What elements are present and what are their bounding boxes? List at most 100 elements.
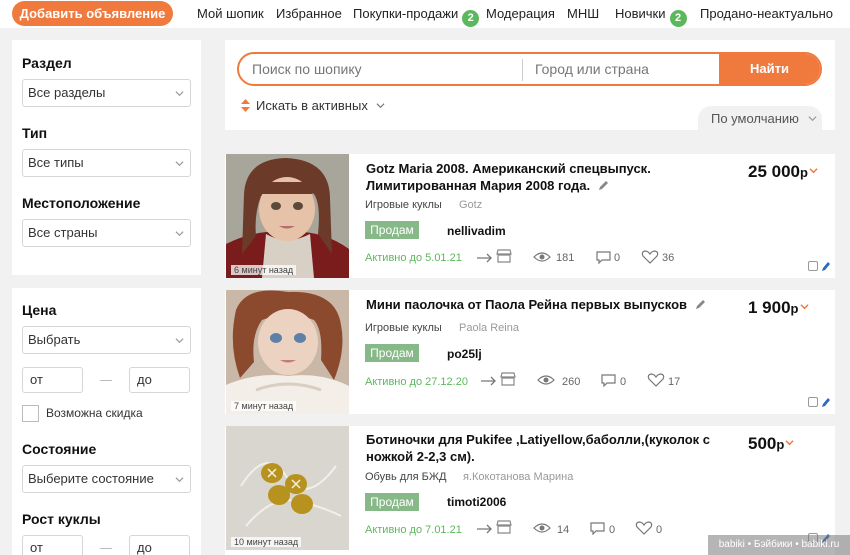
- location-select-value: Все страны: [28, 225, 98, 240]
- price-value: 500: [748, 434, 777, 453]
- type-label: Тип: [22, 125, 48, 141]
- heart-icon[interactable]: [647, 373, 665, 387]
- location-select[interactable]: Все страны: [22, 219, 191, 247]
- listing-time: 7 минут назад: [231, 401, 297, 411]
- listing-time: 10 минут назад: [231, 537, 302, 547]
- edit-pencil-icon[interactable]: [822, 261, 831, 271]
- comments-count: 0: [620, 376, 627, 388]
- nav-label: Избранное: [276, 6, 342, 21]
- views-count: 14: [557, 524, 570, 536]
- edit-pencil-icon[interactable]: [822, 397, 831, 407]
- listing-title-line: Лимитированная Мария 2008 года.: [366, 178, 591, 193]
- price-to-input[interactable]: до: [129, 367, 190, 393]
- count-badge: 2: [462, 10, 480, 27]
- nav-mnsh[interactable]: МНШ: [567, 6, 599, 21]
- location-label: Местоположение: [22, 195, 141, 211]
- listing-card[interactable]: 6 минут назад Gotz Maria 2008. Американс…: [225, 154, 835, 278]
- likes-count: 36: [662, 252, 675, 264]
- active-until: Активно до 7.01.21: [365, 524, 462, 536]
- comment-icon[interactable]: [595, 250, 613, 264]
- price-currency: р: [776, 437, 785, 452]
- search-input[interactable]: Поиск по шопику: [252, 61, 362, 77]
- listing-category[interactable]: Обувь для БЖД: [365, 471, 446, 483]
- views-eye-icon: [533, 252, 551, 262]
- listing-title-line: Ботиночки для Pukifee ,Latiyellow,баболл…: [366, 432, 711, 447]
- listing-photo[interactable]: 10 минут назад: [226, 426, 349, 550]
- price-select-value: Выбрать: [28, 332, 81, 347]
- discount-checkbox[interactable]: [22, 405, 39, 422]
- nav-favorites[interactable]: Избранное: [276, 6, 342, 21]
- listing-category[interactable]: Игровые куклы: [365, 199, 442, 211]
- listing-price: 1 900р: [748, 298, 809, 318]
- nav-label: Модерация: [486, 6, 555, 21]
- heart-icon[interactable]: [641, 250, 659, 264]
- listing-card[interactable]: 7 минут назад Мини паолочка от Паола Рей…: [225, 290, 835, 414]
- seller-name[interactable]: timoti2006: [447, 495, 506, 509]
- section-label: Раздел: [22, 55, 72, 71]
- arrow-right-icon: [477, 524, 492, 534]
- type-select-value: Все типы: [28, 155, 84, 170]
- price-currency: р: [800, 165, 808, 180]
- listing-title[interactable]: Ботиночки для Pukifee ,Latiyellow,баболл…: [366, 431, 726, 465]
- site-watermark: babiki • Бэйбики • babiki.ru: [708, 535, 850, 555]
- seller-name[interactable]: po25lj: [447, 347, 482, 361]
- nav-moderation[interactable]: Модерация: [486, 6, 555, 21]
- sort-dropdown[interactable]: По умолчанию: [698, 106, 822, 132]
- doll-photo-image: [226, 290, 349, 414]
- deal-type-badge: Продам: [365, 344, 419, 362]
- views-count: 181: [556, 252, 575, 264]
- listing-brand[interactable]: Gotz: [459, 199, 482, 211]
- listing-category[interactable]: Игровые куклы: [365, 322, 442, 334]
- comment-icon[interactable]: [589, 521, 607, 535]
- comments-count: 0: [609, 524, 616, 536]
- listing-title[interactable]: Мини паолочка от Паола Рейна первых выпу…: [366, 296, 707, 313]
- chevron-down-icon[interactable]: [809, 166, 818, 175]
- price-label: Цена: [22, 302, 57, 318]
- chevron-down-icon: [808, 116, 817, 122]
- chevron-down-icon[interactable]: [785, 438, 794, 447]
- nav-label: Продано-неактуально: [700, 6, 833, 21]
- listing-price: 25 000р: [748, 162, 818, 182]
- nav-label: Новички: [615, 6, 666, 21]
- listing-photo[interactable]: 7 минут назад: [226, 290, 349, 414]
- nav-newcomers[interactable]: Новички 2: [615, 6, 687, 27]
- type-select[interactable]: Все типы: [22, 149, 191, 177]
- search-bar: Поиск по шопику Город или страна Найти: [237, 52, 822, 86]
- nav-sold-outdated[interactable]: Продано-неактуально: [700, 6, 833, 21]
- count-badge: 2: [669, 10, 687, 27]
- section-select-value: Все разделы: [28, 85, 106, 100]
- select-checkbox[interactable]: [808, 397, 818, 407]
- chevron-down-icon: [175, 161, 184, 167]
- seller-name[interactable]: nellivadim: [447, 224, 506, 238]
- height-from-input[interactable]: от: [22, 535, 83, 555]
- nav-my-shop[interactable]: Мой шопик: [197, 6, 264, 21]
- add-listing-button[interactable]: Добавить объявление: [12, 1, 173, 26]
- listing-brand[interactable]: Paola Reina: [459, 322, 519, 334]
- shop-icon[interactable]: [495, 249, 513, 263]
- price-from-input[interactable]: от: [22, 367, 83, 393]
- listing-photo[interactable]: 6 минут назад: [226, 154, 349, 278]
- price-select[interactable]: Выбрать: [22, 326, 191, 354]
- select-checkbox[interactable]: [808, 261, 818, 271]
- doll-height-label: Рост куклы: [22, 511, 101, 527]
- section-select[interactable]: Все разделы: [22, 79, 191, 107]
- edit-pencil-icon[interactable]: [695, 298, 707, 310]
- active-until: Активно до 5.01.21: [365, 252, 462, 264]
- chevron-down-icon: [175, 477, 184, 483]
- chevron-down-icon[interactable]: [799, 302, 809, 311]
- edit-pencil-icon[interactable]: [598, 179, 610, 191]
- shop-icon[interactable]: [495, 520, 513, 534]
- listing-title[interactable]: Gotz Maria 2008. Американский спецвыпуск…: [366, 160, 651, 194]
- listing-brand[interactable]: я.Кокотанова Марина: [463, 471, 573, 483]
- city-input[interactable]: Город или страна: [535, 61, 649, 77]
- comment-icon[interactable]: [600, 373, 618, 387]
- active-filter-dropdown[interactable]: Искать в активных: [241, 98, 385, 113]
- chevron-down-icon: [175, 231, 184, 237]
- find-button[interactable]: Найти: [719, 54, 820, 84]
- condition-select[interactable]: Выберите состояние: [22, 465, 191, 493]
- heart-icon[interactable]: [635, 521, 653, 535]
- nav-purchases-sales[interactable]: Покупки-продажи 2: [353, 6, 480, 27]
- chevron-down-icon: [175, 91, 184, 97]
- height-to-input[interactable]: до: [129, 535, 190, 555]
- shop-icon[interactable]: [499, 372, 517, 386]
